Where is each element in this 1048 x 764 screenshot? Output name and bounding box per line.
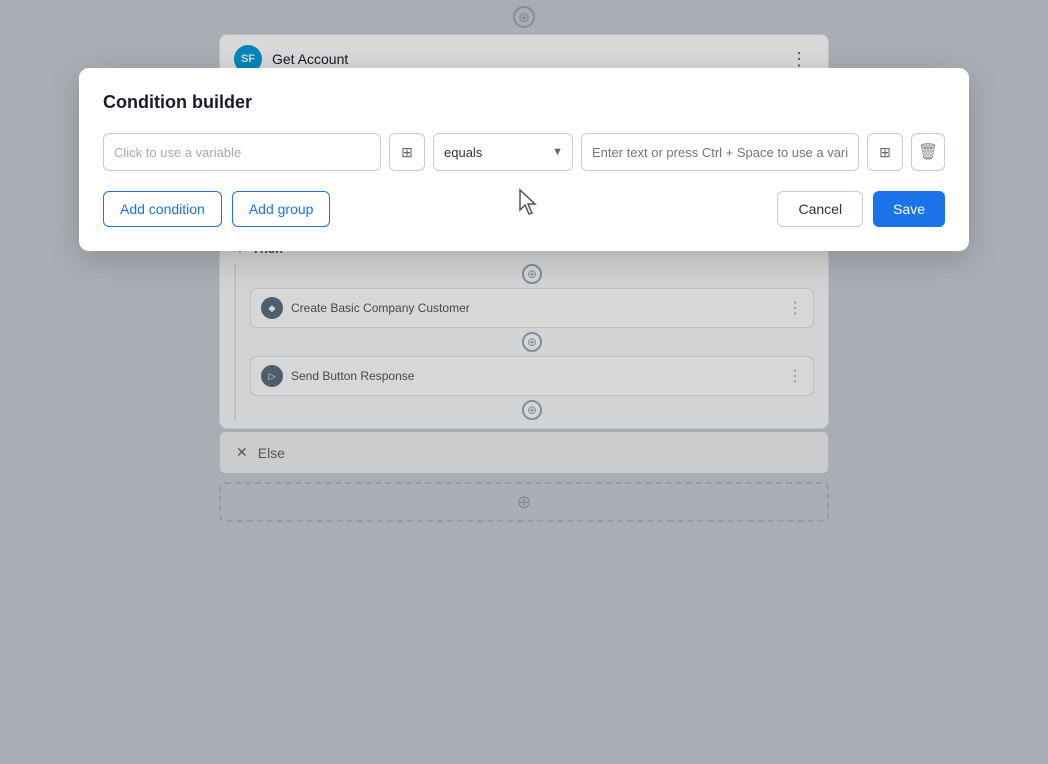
footer-left-actions: Add condition Add group bbox=[103, 191, 330, 227]
filter-icon: ⊞ bbox=[401, 144, 413, 161]
modal-overlay: Condition builder Click to use a variabl… bbox=[0, 0, 1048, 764]
modal-footer: Add condition Add group Cancel Save bbox=[103, 191, 945, 227]
trash-icon: 🗑 bbox=[918, 142, 938, 162]
cancel-button[interactable]: Cancel bbox=[777, 191, 863, 227]
operator-select[interactable]: equals not equals contains not contains … bbox=[433, 133, 573, 171]
value-filter-icon: ⊞ bbox=[879, 144, 891, 161]
add-group-button[interactable]: Add group bbox=[232, 191, 331, 227]
condition-builder-row: Click to use a variable ⊞ equals not equ… bbox=[103, 133, 945, 171]
condition-builder-modal: Condition builder Click to use a variabl… bbox=[79, 68, 969, 251]
variable-input[interactable]: Click to use a variable bbox=[103, 133, 381, 171]
delete-condition-button[interactable]: 🗑 bbox=[911, 133, 945, 171]
save-button[interactable]: Save bbox=[873, 191, 945, 227]
operator-wrapper: equals not equals contains not contains … bbox=[433, 133, 573, 171]
value-filter-button[interactable]: ⊞ bbox=[867, 133, 903, 171]
value-input[interactable] bbox=[581, 133, 859, 171]
modal-title: Condition builder bbox=[103, 92, 945, 113]
variable-filter-button[interactable]: ⊞ bbox=[389, 133, 425, 171]
footer-right-actions: Cancel Save bbox=[777, 191, 945, 227]
variable-placeholder: Click to use a variable bbox=[114, 145, 241, 160]
add-condition-button[interactable]: Add condition bbox=[103, 191, 222, 227]
